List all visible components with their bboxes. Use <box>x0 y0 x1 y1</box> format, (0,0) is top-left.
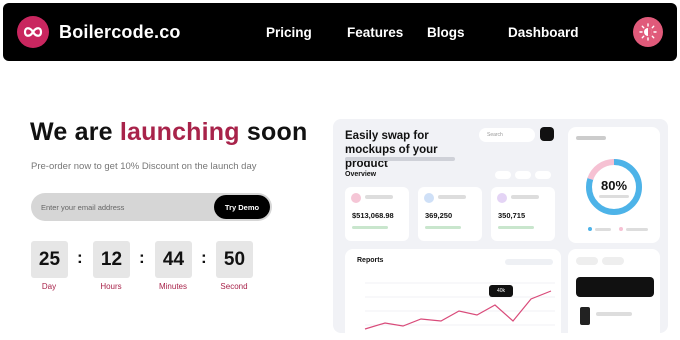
mockup-reports-card: Reports 40k <box>345 249 561 333</box>
mockup-analytics-percent: 80% <box>600 178 628 193</box>
hero-title: We are launching soon <box>30 118 307 147</box>
navbar: Boilercode.co Pricing Features Blogs Das… <box>3 3 677 61</box>
mockup-tabs <box>495 171 551 179</box>
countdown-separator: : <box>139 248 145 267</box>
try-demo-button[interactable]: Try Demo <box>214 195 270 219</box>
mockup-legend-placeholder <box>595 228 611 231</box>
mockup-product-thumb <box>580 307 590 325</box>
mockup-order-row-highlight <box>576 277 654 297</box>
mockup-subtitle-placeholder <box>345 157 455 161</box>
nav-link-dashboard[interactable]: Dashboard <box>508 25 579 40</box>
countdown-days-value: 25 <box>31 241 68 278</box>
mockup-search: Search <box>479 128 535 142</box>
mockup-stat-value: $513,068.98 <box>352 211 394 220</box>
mockup-search-icon <box>540 127 554 141</box>
mockup-stat-dot <box>497 193 507 203</box>
countdown-separator: : <box>201 248 207 267</box>
hero-title-accent: launching <box>119 118 240 146</box>
mockup-stat-value: 369,250 <box>425 211 453 220</box>
mockup-analytics-caption-placeholder <box>599 195 629 198</box>
mockup-pill <box>576 257 598 265</box>
mockup-chart-tooltip: 40k <box>489 285 513 297</box>
sun-icon <box>639 23 657 41</box>
mockup-tab <box>495 171 511 179</box>
email-signup-bar: Try Demo <box>31 193 272 221</box>
mockup-tab <box>515 171 531 179</box>
mockup-stat-value: 350,715 <box>498 211 526 220</box>
mockup-overview-label: Overview <box>345 171 377 178</box>
mockup-stat-trend-placeholder <box>352 226 388 229</box>
countdown-minutes-value: 44 <box>155 241 192 278</box>
mockup-legend-dot <box>588 227 592 231</box>
hero-subtitle: Pre-order now to get 10% Discount on the… <box>31 161 257 172</box>
dashboard-mockup-image: Easily swap for mockups of your product … <box>333 119 668 333</box>
mockup-stat-trend-placeholder <box>425 226 461 229</box>
theme-toggle-button[interactable] <box>633 17 663 47</box>
mockup-legend-placeholder <box>626 228 648 231</box>
mockup-legend-dot <box>619 227 623 231</box>
brand-name[interactable]: Boilercode.co <box>59 22 181 43</box>
countdown-hours-value: 12 <box>93 241 130 278</box>
mockup-orders-card <box>568 249 660 333</box>
mockup-stat-dot <box>424 193 434 203</box>
mockup-stat-label-placeholder <box>438 195 466 199</box>
hero-title-suffix: soon <box>239 118 308 146</box>
countdown-days-label: Day <box>41 282 57 291</box>
nav-link-features[interactable]: Features <box>347 25 403 40</box>
mockup-title: Easily swap for mockups of your product <box>345 130 438 170</box>
email-input[interactable] <box>41 193 211 221</box>
countdown-seconds-value: 50 <box>216 241 253 278</box>
mockup-stat-card: $513,068.98 <box>345 187 409 241</box>
mockup-reports-chart <box>364 259 555 330</box>
mockup-stat-dot <box>351 193 361 203</box>
mockup-stat-label-placeholder <box>511 195 539 199</box>
mockup-analytics-card: 80% <box>568 127 660 243</box>
infinity-logo-icon[interactable] <box>17 16 49 48</box>
mockup-stat-trend-placeholder <box>498 226 534 229</box>
nav-link-blogs[interactable]: Blogs <box>427 25 465 40</box>
nav-link-pricing[interactable]: Pricing <box>266 25 312 40</box>
mockup-order-line-placeholder <box>596 312 632 316</box>
mockup-tab <box>535 171 551 179</box>
hero-title-prefix: We are <box>30 118 120 146</box>
landing-page: Boilercode.co Pricing Features Blogs Das… <box>0 0 680 340</box>
mockup-pill <box>602 257 624 265</box>
mockup-stat-card: 369,250 <box>418 187 482 241</box>
countdown-hours-label: Hours <box>100 282 122 291</box>
countdown-separator: : <box>77 248 83 267</box>
mockup-stat-card: 350,715 <box>491 187 555 241</box>
countdown-seconds-label: Second <box>220 282 248 291</box>
countdown-minutes-label: Minutes <box>158 282 187 291</box>
mockup-stat-label-placeholder <box>365 195 393 199</box>
